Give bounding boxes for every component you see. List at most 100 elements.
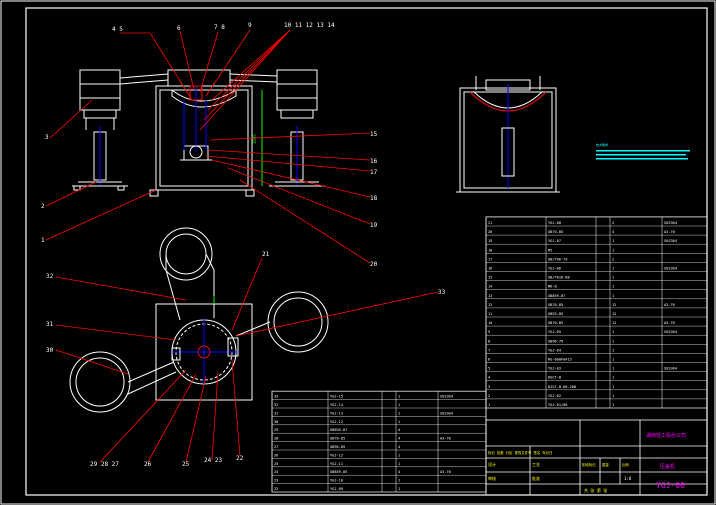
bom-cell: 1: [612, 267, 614, 271]
bom-cell: 1: [612, 285, 614, 289]
bom-cell: 12: [612, 303, 616, 307]
bom-cell: 1: [398, 411, 400, 415]
drawing-number: YGJ-00: [656, 481, 685, 490]
balloon-33: 33: [438, 289, 446, 296]
bom-cell: 2: [612, 221, 614, 225]
bom-row: 26 YGJ-12 1: [274, 453, 400, 457]
bom-cell: YGJ-14: [330, 403, 343, 407]
bom-cell: YGJ-01/00: [548, 403, 567, 407]
bom-cell: GB70-85: [330, 437, 345, 441]
bom-cell: 29: [274, 428, 278, 432]
bom-cell: 1: [612, 358, 614, 362]
bom-cell: 1: [398, 487, 400, 491]
bom-cell: 1: [398, 420, 400, 424]
label-design: 设计: [488, 461, 496, 467]
bom-row: 1 YGJ-01/00 1: [488, 403, 614, 407]
bom-cell: 4: [398, 445, 400, 449]
bom-row: 18 M5 1: [488, 248, 614, 252]
drawing-name: 压盖机: [660, 463, 675, 470]
bom-cell: SUS304: [440, 411, 453, 415]
bom-cell: 27: [274, 445, 278, 449]
bom-cell: GB859-87: [548, 294, 565, 298]
bom-table-left: 33 YGJ-15 1 SUS30432 YGJ-14 131 YGJ-13 1 SUS3043…: [271, 390, 487, 493]
bom-cell: A3-70: [440, 437, 451, 441]
balloon-15: 15: [370, 131, 378, 138]
bom-cell: 11: [488, 312, 492, 316]
bom-row: 15 GB/T816-88 1: [488, 276, 614, 280]
bom-cell: YGJ-04: [548, 348, 561, 352]
bom-cell: YGJ-12: [330, 420, 343, 424]
bom-cell: SUS304: [664, 330, 677, 334]
bom-cell: 25: [274, 462, 278, 466]
bom-cell: GB/T816-88: [548, 276, 570, 280]
bom-cell: 4: [612, 230, 614, 234]
svg-text:1000: 1000: [252, 134, 257, 144]
bom-cell: SUS304: [440, 395, 453, 399]
bom-cell: YGJ-11: [330, 462, 343, 466]
balloon-16: 16: [370, 158, 378, 165]
balloon-1: 1: [41, 237, 45, 244]
bom-cell: YGJ-15: [330, 395, 343, 399]
balloon-20: 20: [370, 261, 378, 268]
bom-cell: 32: [274, 403, 278, 407]
bom-cell: 8: [488, 339, 490, 343]
balloon-18: 18: [370, 195, 378, 202]
bom-row: 33 YGJ-15 1 SUS304: [274, 395, 453, 399]
balloon-21: 21: [262, 251, 270, 258]
label-process: 工艺: [532, 462, 540, 467]
bom-cell: 1: [612, 294, 614, 298]
bom-row: 9 YGJ-05 1 SUS304: [488, 330, 677, 334]
bom-cell: M6-8: [548, 285, 557, 289]
balloon-24-23: 24 23: [204, 457, 222, 464]
bom-cell: DGCT-B: [548, 376, 561, 380]
plan-view: [69, 227, 329, 413]
bom-row: 16 YGJ-06 1 SUS304: [488, 267, 677, 271]
bom-cell: 6: [488, 358, 490, 362]
bom-row: 2 YGJ-02 1: [488, 394, 614, 398]
bom-cell: 1: [612, 367, 614, 371]
cad-drawing-sheet: 1000 技术要求 1 2 3 4 5 6 7 8 9 10 11 12 13 …: [0, 0, 716, 505]
balloon-4-5: 4 5: [112, 26, 123, 33]
bom-cell: 5: [488, 367, 490, 371]
bom-cell: 26: [274, 453, 278, 457]
bom-cell: YGJ-13: [330, 411, 343, 415]
bom-row: 12 GB70-85 12 A3-70: [488, 303, 675, 307]
balloon-7-8: 7 8: [214, 24, 225, 31]
bom-cell: DJST-B-60-200: [548, 385, 576, 389]
bom-cell: YGJ-10: [330, 479, 343, 483]
bom-cell: GB70-85: [548, 230, 563, 234]
bom-cell: 22: [274, 487, 278, 491]
bom-cell: 2: [612, 257, 614, 261]
bom-cell: 1: [398, 395, 400, 399]
bom-table-right: 21 YGJ-08 2 SUS30420 GB70-85 4 A3-7019 YGJ-07 1 S…: [485, 216, 708, 409]
bom-cell: A3-70: [664, 230, 675, 234]
bom-row: 24 GB859-85 4 A3-70: [274, 470, 451, 474]
bom-cell: 4: [488, 376, 490, 380]
bom-cell: YGJ-12: [330, 453, 343, 457]
balloon-3: 3: [45, 134, 49, 141]
bom-cell: 1: [612, 339, 614, 343]
bom-cell: 3: [488, 385, 490, 389]
bom-row: 7 YGJ-04 1: [488, 348, 614, 352]
bom-cell: M5: [548, 248, 552, 252]
bom-cell: 4: [398, 437, 400, 441]
bom-cell: SUS304: [664, 267, 677, 271]
bom-cell: YGJ-09: [330, 487, 343, 491]
bom-cell: SUS304: [664, 221, 677, 225]
bom-cell: GB93-85: [548, 312, 563, 316]
bom-cell: 1: [612, 394, 614, 398]
bom-row: 30 YGJ-12 1: [274, 420, 400, 424]
outer-border: [0, 0, 716, 505]
scale-value: 1:8: [624, 476, 632, 481]
balloon-labels: 1 2 3 4 5 6 7 8 9 10 11 12 13 14 15 16 1…: [41, 22, 446, 468]
bom-cell: YGJ-08: [548, 221, 561, 225]
bom-row: 4 DGCT-B 1: [488, 376, 614, 380]
bom-cell: 15: [488, 276, 492, 280]
bom-cell: SUS304: [664, 239, 677, 243]
bom-row: 25 YGJ-11 1: [274, 462, 400, 466]
bom-row: 5 YGJ-03 1 SUS304: [488, 367, 677, 371]
front-view: 1000: [72, 69, 325, 197]
bom-row: 10 GB70-85 12 A3-70: [488, 321, 675, 325]
bom-cell: 1: [612, 348, 614, 352]
bom-cell: 1: [488, 403, 490, 407]
